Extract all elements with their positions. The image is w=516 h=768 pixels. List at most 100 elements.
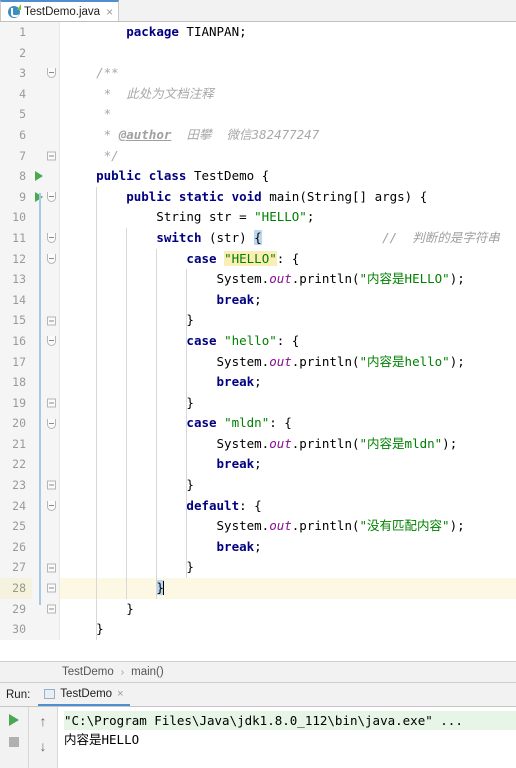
editor-gutter-cell[interactable]: [32, 557, 60, 579]
fold-collapse-icon[interactable]: [47, 253, 56, 264]
code-line[interactable]: 10 String str = "HELLO";: [0, 207, 516, 228]
editor-gutter-cell[interactable]: [32, 145, 60, 167]
code-line[interactable]: 12 case "HELLO": {: [0, 248, 516, 270]
code-line[interactable]: 29 }: [0, 598, 516, 620]
fold-collapse-icon[interactable]: [47, 192, 56, 203]
fold-end-icon[interactable]: [47, 583, 56, 593]
code-line[interactable]: 24 default: {: [0, 495, 516, 517]
editor-gutter-cell[interactable]: [32, 330, 60, 352]
code-line[interactable]: 2: [0, 42, 516, 64]
editor-gutter-cell[interactable]: [32, 124, 60, 146]
editor-gutter-cell[interactable]: [32, 619, 60, 640]
code-line[interactable]: 22 break;: [0, 454, 516, 476]
editor-gutter-cell[interactable]: [32, 289, 60, 311]
indent-guide: [156, 248, 158, 599]
line-number: 21: [0, 433, 32, 455]
code-lines[interactable]: 1 package TIANPAN; 2 3 /** 4 * 此处为文档注释 5 * 6 …: [0, 22, 516, 661]
editor-gutter-cell[interactable]: [32, 248, 60, 270]
code-line[interactable]: 9 public static void main(String[] args)…: [0, 186, 516, 208]
code-text: break;: [216, 374, 262, 390]
editor-gutter-cell[interactable]: [32, 433, 60, 455]
editor-gutter-cell[interactable]: [32, 598, 60, 620]
editor-gutter-cell[interactable]: [32, 392, 60, 414]
editor-gutter-cell[interactable]: [32, 516, 60, 537]
code-text: /**: [96, 65, 119, 81]
close-icon[interactable]: ×: [106, 6, 113, 18]
editor-gutter-cell[interactable]: [32, 475, 60, 496]
run-tab-testdemo[interactable]: TestDemo ×: [38, 688, 130, 706]
console-output[interactable]: "C:\Program Files\Java\jdk1.8.0_112\bin\…: [58, 707, 516, 768]
code-line[interactable]: 16 case "hello": {: [0, 330, 516, 352]
code-line[interactable]: 27 }: [0, 557, 516, 579]
code-line[interactable]: 19 }: [0, 392, 516, 414]
code-line[interactable]: 18 break;: [0, 372, 516, 393]
editor-gutter-cell[interactable]: [32, 454, 60, 476]
editor-gutter-cell[interactable]: [32, 578, 60, 599]
fold-end-icon[interactable]: [47, 480, 56, 490]
arrow-up-icon[interactable]: ↑: [40, 713, 47, 729]
breadcrumb-item-class[interactable]: TestDemo: [62, 666, 114, 678]
fold-end-icon[interactable]: [47, 316, 56, 326]
fold-end-icon[interactable]: [47, 151, 56, 161]
code-line[interactable]: 30 }: [0, 619, 516, 640]
line-number: 9: [0, 186, 32, 208]
code-line[interactable]: 20 case "mldn": {: [0, 413, 516, 434]
arrow-down-icon[interactable]: ↓: [40, 738, 47, 754]
stop-icon[interactable]: [9, 737, 19, 747]
code-line[interactable]: 17 System.out.println("内容是hello");: [0, 351, 516, 373]
line-number: 6: [0, 124, 32, 146]
code-line[interactable]: 1 package TIANPAN;: [0, 22, 516, 43]
rerun-icon[interactable]: [9, 714, 19, 726]
editor-tab-testdemo-java[interactable]: TestDemo.java ×: [0, 0, 120, 21]
editor-gutter-cell[interactable]: [32, 186, 60, 208]
code-line[interactable]: 14 break;: [0, 289, 516, 311]
code-text: case "HELLO": {: [186, 250, 300, 266]
editor-gutter-cell[interactable]: [32, 22, 60, 43]
code-line[interactable]: 15 }: [0, 310, 516, 331]
code-line[interactable]: 26 break;: [0, 536, 516, 558]
code-line[interactable]: 13 System.out.println("内容是HELLO");: [0, 269, 516, 290]
code-line[interactable]: 8 public class TestDemo {: [0, 166, 516, 187]
fold-collapse-icon[interactable]: [47, 336, 56, 347]
console-command-line: "C:\Program Files\Java\jdk1.8.0_112\bin\…: [64, 711, 516, 730]
editor-gutter-cell[interactable]: [32, 495, 60, 517]
editor-gutter-cell[interactable]: [32, 42, 60, 64]
code-line[interactable]: 21 System.out.println("内容是mldn");: [0, 433, 516, 455]
code-line[interactable]: 25 System.out.println("没有匹配内容");: [0, 516, 516, 537]
editor-gutter-cell[interactable]: [32, 63, 60, 84]
fold-end-icon[interactable]: [47, 398, 56, 408]
code-line[interactable]: 28 }: [0, 578, 516, 599]
editor-gutter-cell[interactable]: [32, 372, 60, 393]
editor-gutter-cell[interactable]: [32, 351, 60, 373]
code-line[interactable]: 23 }: [0, 475, 516, 496]
code-line[interactable]: 11 switch (str) { // 判断的是字符串: [0, 227, 516, 249]
code-line[interactable]: 4 * 此处为文档注释: [0, 83, 516, 105]
editor-gutter-cell[interactable]: [32, 166, 60, 187]
code-line[interactable]: 3 /**: [0, 63, 516, 84]
code-line[interactable]: 7 */: [0, 145, 516, 167]
editor-gutter-cell[interactable]: [32, 227, 60, 249]
editor-gutter-cell[interactable]: [32, 207, 60, 228]
close-icon[interactable]: ×: [117, 688, 123, 700]
editor-gutter-cell[interactable]: [32, 269, 60, 290]
code-editor[interactable]: 1 package TIANPAN; 2 3 /** 4 * 此处为文档注释 5 * 6 …: [0, 22, 516, 661]
editor-gutter-cell[interactable]: [32, 413, 60, 434]
fold-collapse-icon[interactable]: [47, 418, 56, 429]
run-gutter-icon[interactable]: [35, 171, 43, 182]
fold-collapse-icon[interactable]: [47, 68, 56, 79]
console-program-output: 内容是HELLO: [64, 732, 140, 747]
editor-gutter-cell[interactable]: [32, 104, 60, 125]
code-line[interactable]: 5 *: [0, 104, 516, 125]
fold-end-icon[interactable]: [47, 563, 56, 573]
fold-collapse-icon[interactable]: [47, 500, 56, 511]
editor-gutter-cell[interactable]: [32, 310, 60, 331]
run-panel-label: Run:: [6, 689, 31, 701]
editor-gutter-cell[interactable]: [32, 536, 60, 558]
fold-collapse-icon[interactable]: [47, 233, 56, 244]
code-line[interactable]: 6 * @author 田攀 微信382477247: [0, 124, 516, 146]
run-toolbar-left: [0, 707, 29, 768]
line-number: 11: [0, 227, 32, 249]
editor-gutter-cell[interactable]: [32, 83, 60, 105]
breadcrumb-item-method[interactable]: main(): [131, 666, 164, 678]
fold-end-icon[interactable]: [47, 604, 56, 614]
